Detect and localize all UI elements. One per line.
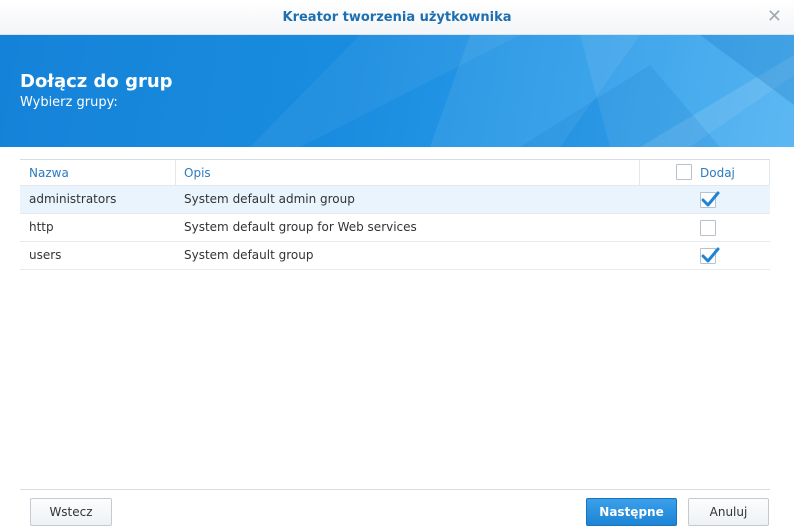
column-header-name[interactable]: Nazwa <box>29 166 69 180</box>
group-description: System default admin group <box>184 192 355 206</box>
table-row[interactable]: http System default group for Web servic… <box>20 214 770 242</box>
close-icon[interactable]: ✕ <box>767 8 782 26</box>
add-group-checkbox[interactable] <box>700 220 716 236</box>
add-group-checkbox[interactable] <box>700 191 720 208</box>
select-all-checkbox[interactable] <box>676 164 692 180</box>
cancel-button[interactable]: Anuluj <box>688 498 769 526</box>
table-header: Nazwa Opis Dodaj <box>20 159 770 186</box>
footer-divider <box>20 489 770 490</box>
column-header-description[interactable]: Opis <box>184 166 211 180</box>
next-button[interactable]: Następne <box>586 498 677 526</box>
window-titlebar: Kreator tworzenia użytkownika ✕ <box>0 0 794 35</box>
column-separator[interactable] <box>175 160 176 186</box>
column-header-add: Dodaj <box>700 166 735 180</box>
back-button[interactable]: Wstecz <box>30 498 112 526</box>
group-name: http <box>29 220 54 234</box>
page-subtitle: Wybierz grupy: <box>20 95 118 110</box>
column-separator <box>769 160 770 186</box>
groups-table: Nazwa Opis Dodaj administrators System d… <box>20 159 770 271</box>
table-row[interactable]: users System default group <box>20 242 770 270</box>
page-title: Dołącz do grup <box>20 71 173 92</box>
checkmark-icon <box>701 191 720 207</box>
checkmark-icon <box>701 247 720 263</box>
group-name: administrators <box>29 192 117 206</box>
window-title: Kreator tworzenia użytkownika <box>282 10 512 25</box>
table-row[interactable]: administrators System default admin grou… <box>20 186 770 214</box>
header-banner: Dołącz do grup Wybierz grupy: <box>0 35 794 147</box>
group-description: System default group <box>184 248 314 262</box>
add-group-checkbox[interactable] <box>700 247 720 264</box>
group-name: users <box>29 248 62 262</box>
column-separator[interactable] <box>639 160 640 186</box>
group-description: System default group for Web services <box>184 220 417 234</box>
